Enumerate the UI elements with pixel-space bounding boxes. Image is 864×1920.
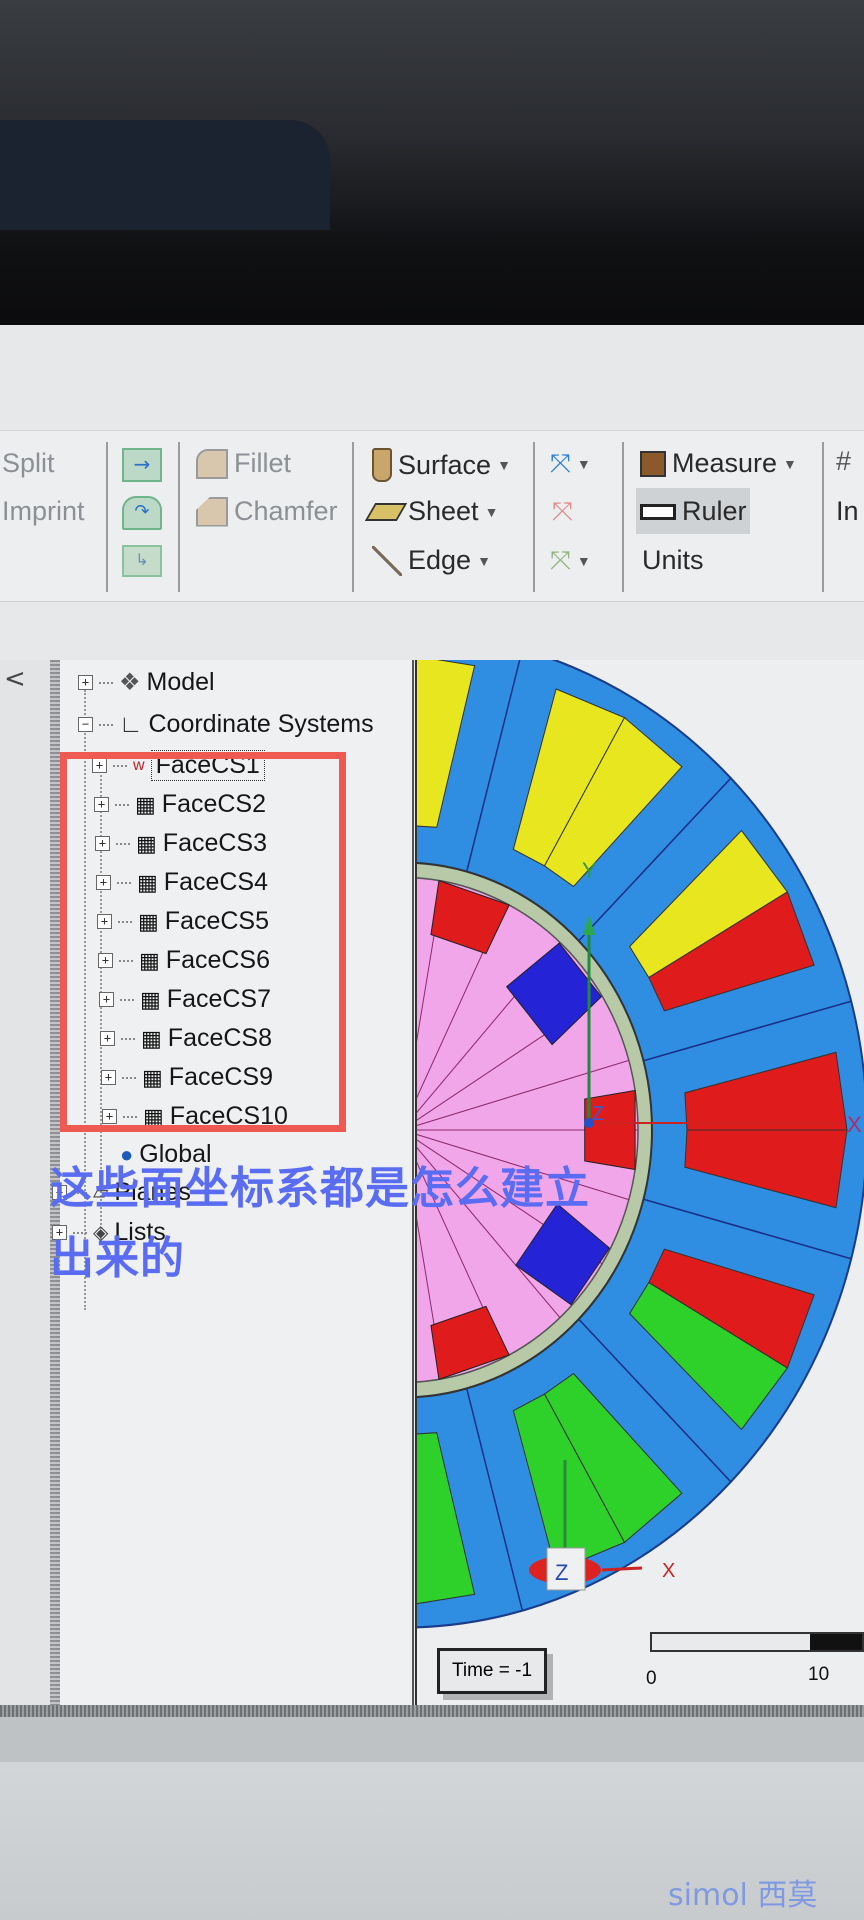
surface-label: Surface (398, 449, 492, 480)
triad-z-label: Z (555, 1560, 568, 1585)
left-panel (0, 660, 51, 1720)
chevron-down-icon: ▼ (484, 503, 499, 520)
sheet-button[interactable]: Sheet ▼ (364, 496, 499, 527)
annotation-text-line1: 这些面坐标系都是怎么建立 (50, 1163, 590, 1214)
extend-icon[interactable]: → (122, 448, 162, 482)
y-axis-label: Y (582, 858, 597, 883)
divider (106, 442, 108, 592)
fillet-button[interactable]: Fillet (196, 448, 291, 479)
annotation-text-line2: 出来的 (50, 1233, 185, 1284)
panel-splitter-bottom[interactable] (0, 1705, 864, 1717)
divider (178, 442, 180, 592)
triad-x-label: X (662, 1560, 675, 1582)
scale-bar (650, 1632, 864, 1652)
z-axis-label: Z (592, 1103, 604, 1125)
status-area (0, 1717, 864, 1762)
chevron-down-icon: ▼ (576, 456, 591, 472)
x-axis-label: X (847, 1112, 862, 1137)
units-label: Units (642, 545, 704, 575)
time-text: Time = -1 (451, 1660, 533, 1681)
coordinate-system-button[interactable]: ⤧ ▼ (550, 448, 591, 480)
ruler-button[interactable]: Ruler (640, 496, 747, 527)
wrap-icon[interactable]: ↳ (122, 545, 162, 577)
divider (822, 442, 824, 592)
imprint-button[interactable]: Imprint (2, 496, 85, 527)
edge-label: Edge (408, 545, 472, 575)
collapse-button[interactable]: < (4, 664, 26, 694)
collapse-icon[interactable]: − (78, 717, 93, 732)
bend-icon[interactable]: ↷ (122, 496, 162, 530)
photo-background-object (0, 120, 330, 230)
fillet-label: Fillet (234, 448, 292, 478)
sheet-icon (364, 502, 408, 521)
grid-icon[interactable]: # (836, 446, 851, 477)
time-label: Time = -1 (437, 1648, 547, 1694)
relative-cs-button[interactable]: ⤧ (552, 496, 573, 528)
triad-x-axis (601, 1566, 643, 1572)
motor-group (417, 660, 864, 1629)
chevron-down-icon: ▼ (477, 552, 491, 569)
ruler-icon (640, 503, 676, 520)
axis-plane-icon: ⤧ (552, 496, 573, 526)
face-cs-button[interactable]: ⤧ ▼ (550, 545, 591, 577)
chamfer-icon (196, 496, 228, 527)
scale-bar-segment (810, 1634, 862, 1650)
chevron-down-icon: ▼ (497, 457, 511, 473)
tree-item-coordinate-systems[interactable]: − ∟ Coordinate Systems (78, 710, 374, 739)
edge-button[interactable]: Edge ▼ (372, 545, 491, 576)
ruler-label: Ruler (682, 496, 747, 526)
measure-label: Measure (672, 448, 778, 478)
units-button[interactable]: Units (642, 545, 704, 576)
in-button-partial[interactable]: In (836, 496, 859, 527)
surface-icon (372, 448, 392, 482)
fillet-icon (196, 448, 228, 479)
chamfer-button[interactable]: Chamfer (196, 496, 338, 527)
imprint-label: Imprint (2, 496, 85, 526)
annotation-highlight-box (60, 752, 346, 1132)
coordinate-system-icon: ∟ (119, 710, 143, 738)
tree-label: Model (146, 668, 215, 696)
chamfer-label: Chamfer (234, 496, 338, 526)
measure-icon (640, 450, 666, 477)
model-icon: ❖ (119, 669, 141, 696)
edge-icon (372, 545, 402, 576)
sheet-label: Sheet (408, 496, 479, 526)
chevron-down-icon: ▼ (576, 553, 591, 569)
tree-label: Coordinate Systems (148, 710, 374, 738)
axis-triad-icon: ⤧ (550, 448, 571, 478)
in-label: In (836, 496, 859, 526)
chevron-down-icon: ▼ (783, 455, 797, 472)
split-button[interactable]: Split (2, 448, 55, 479)
face-cs-icon: ⤧ (550, 545, 571, 575)
measure-button[interactable]: Measure ▼ (640, 448, 797, 479)
divider (352, 442, 354, 592)
divider (622, 442, 624, 592)
split-label: Split (2, 448, 55, 478)
scale-min-label: 0 (646, 1668, 657, 1689)
tree-item-model[interactable]: + ❖ Model (78, 668, 215, 697)
expand-icon[interactable]: + (78, 675, 93, 690)
watermark-logo: simol 西莫 (668, 1878, 818, 1913)
divider (533, 442, 535, 592)
surface-button[interactable]: Surface ▼ (372, 448, 511, 482)
scale-max-label: 10 (808, 1664, 830, 1685)
